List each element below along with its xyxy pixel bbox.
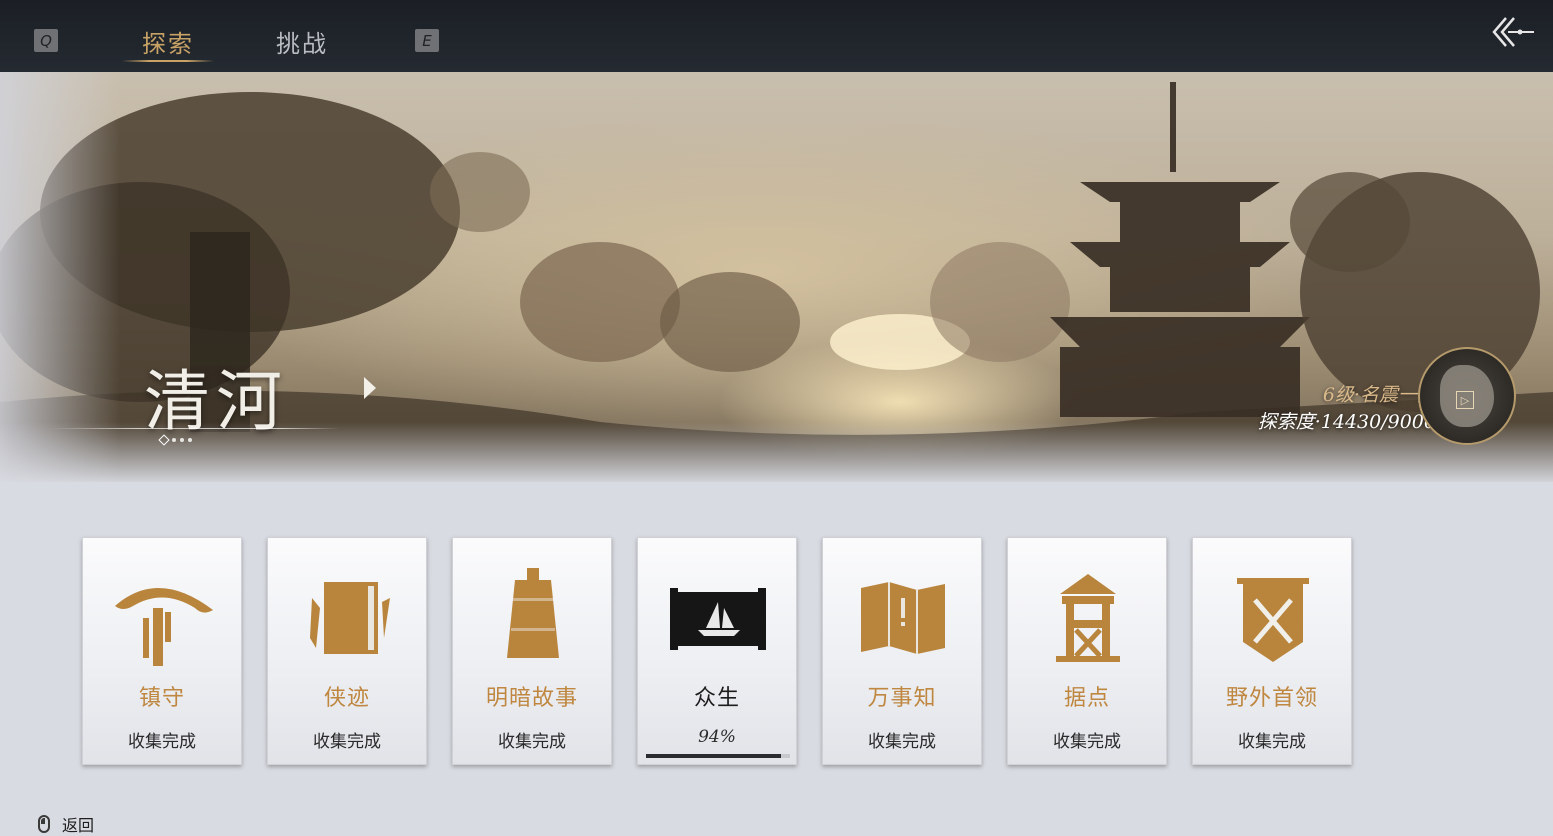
scroll-boat-icon xyxy=(670,588,766,650)
top-bar: Q 探索 挑战 E xyxy=(0,0,1553,72)
q-key-hint[interactable]: Q xyxy=(34,29,58,52)
page-dot[interactable] xyxy=(180,438,184,442)
card-title: 明暗故事 xyxy=(485,686,578,711)
watchtower-icon xyxy=(1056,574,1120,662)
card-status: 收集完成 xyxy=(868,732,936,752)
open-map-icon: ▷ xyxy=(1456,391,1474,409)
tab-explore[interactable]: 探索 xyxy=(142,24,194,59)
tab-challenge[interactable]: 挑战 xyxy=(276,24,328,59)
card-title: 据点 xyxy=(1063,686,1110,711)
card-title: 野外首领 xyxy=(1225,686,1318,711)
region-page-dots xyxy=(158,434,192,446)
card-status: 收集完成 xyxy=(1053,732,1121,752)
card-status: 收集完成 xyxy=(498,732,566,752)
exploration-progress: 探索度·14430/9000 xyxy=(1257,411,1436,433)
collection-progress-fill xyxy=(646,754,782,758)
card-guard[interactable]: 镇守 收集完成 xyxy=(82,537,242,765)
banner-fade-left xyxy=(0,72,120,482)
card-status: 收集完成 xyxy=(313,732,381,752)
card-status: 94% xyxy=(698,727,736,747)
straw-hat-icon xyxy=(115,587,213,666)
card-status: 收集完成 xyxy=(128,732,196,752)
book-icon xyxy=(310,582,390,654)
back-arrow-icon[interactable] xyxy=(1490,14,1538,50)
card-title: 众生 xyxy=(693,686,740,711)
card-strongholds[interactable]: 据点 收集完成 xyxy=(1007,537,1167,765)
region-banner: 清河 6级·名震一方 探索度·14430/9000 ▷ xyxy=(0,72,1553,482)
page-dot[interactable] xyxy=(188,438,192,442)
region-name: 清河 xyxy=(144,363,288,440)
next-region-arrow-icon[interactable] xyxy=(364,377,376,399)
back-label: 返回 xyxy=(62,816,95,835)
page-dot-active[interactable] xyxy=(158,434,170,446)
e-key-hint[interactable]: E xyxy=(415,29,439,52)
bell-icon xyxy=(507,568,559,658)
collection-cards: 镇守 收集完成 侠迹 收集完成 明暗故事 收集完成 众生 94% 万事知 收集完… xyxy=(82,537,1352,767)
collection-progress-bar xyxy=(646,754,790,758)
crossed-swords-banner-icon xyxy=(1237,578,1309,662)
back-hint[interactable]: 返回 xyxy=(38,812,94,836)
card-all-knowledge[interactable]: 万事知 收集完成 xyxy=(822,537,982,765)
card-light-dark-stories[interactable]: 明暗故事 收集完成 xyxy=(452,537,612,765)
card-hero-trace[interactable]: 侠迹 收集完成 xyxy=(267,537,427,765)
region-divider xyxy=(50,428,340,429)
card-title: 镇守 xyxy=(138,686,185,711)
card-status: 收集完成 xyxy=(1238,732,1306,752)
region-map-button[interactable]: ▷ xyxy=(1418,347,1516,445)
mouse-right-click-icon xyxy=(38,815,50,833)
active-tab-underline xyxy=(122,60,214,62)
card-title: 侠迹 xyxy=(323,686,370,711)
card-title: 万事知 xyxy=(867,686,937,711)
page-dot[interactable] xyxy=(172,438,176,442)
card-field-bosses[interactable]: 野外首领 收集完成 xyxy=(1192,537,1352,765)
folded-map-icon xyxy=(861,582,945,654)
card-all-beings[interactable]: 众生 94% xyxy=(637,537,797,765)
